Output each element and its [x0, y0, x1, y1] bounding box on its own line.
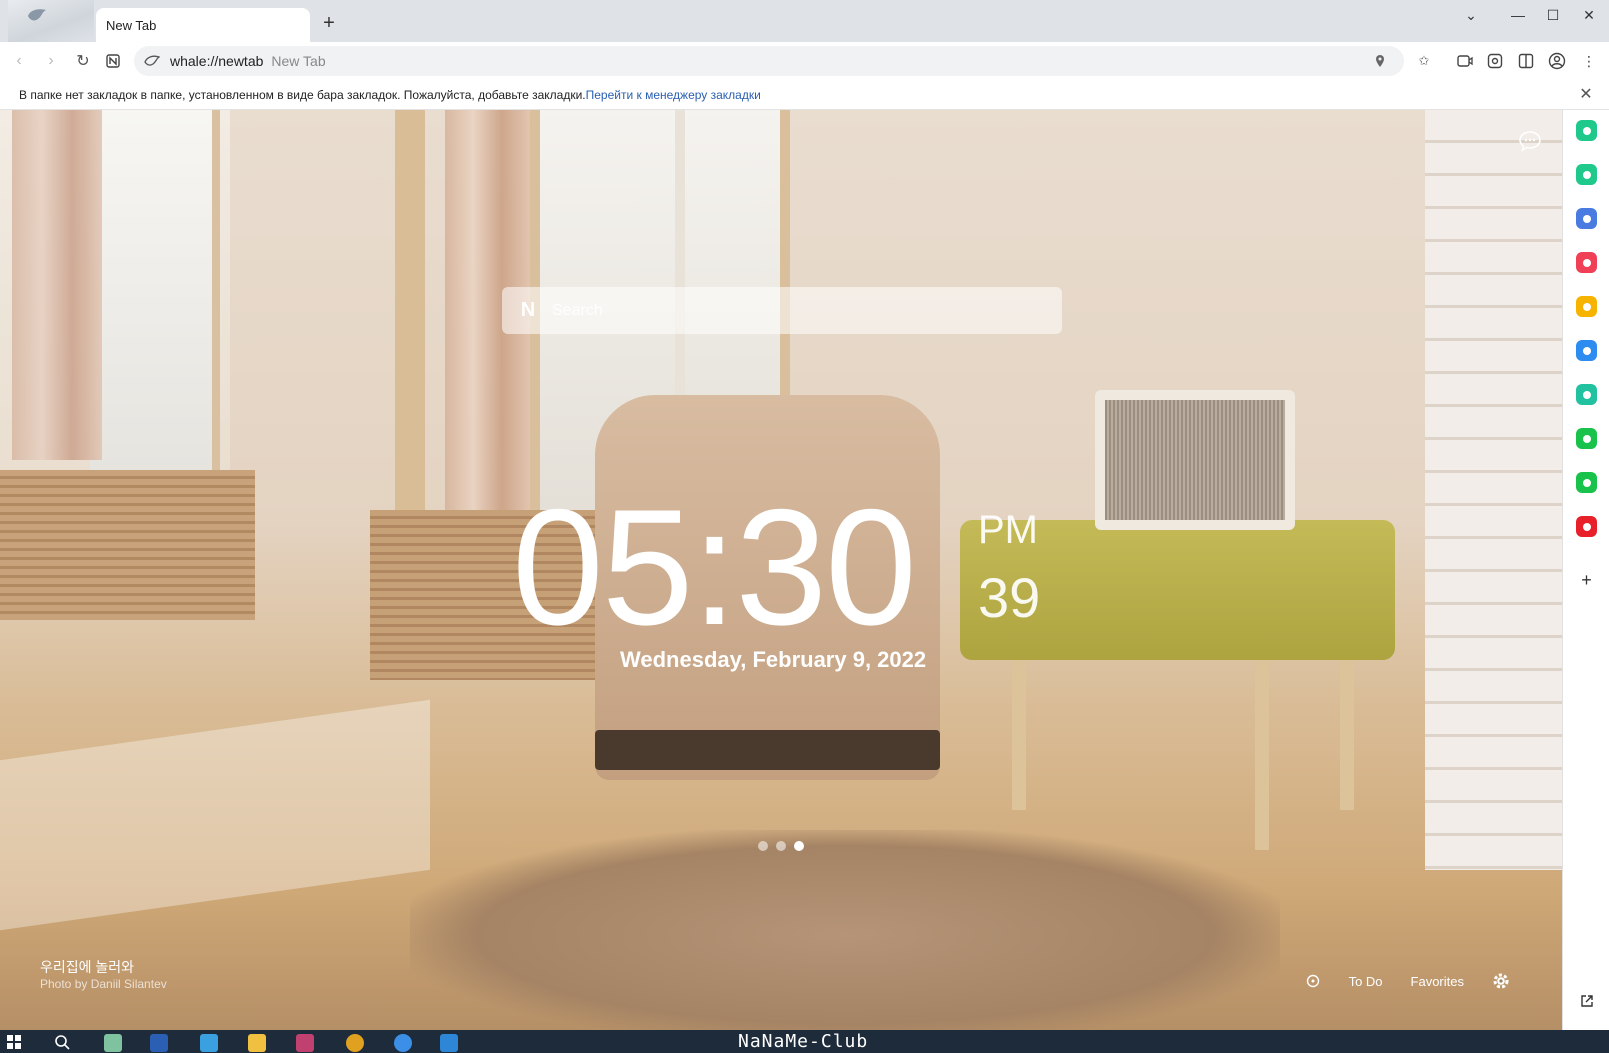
- square-app-icon[interactable]: [1576, 472, 1597, 493]
- weather-icon: [1306, 974, 1319, 988]
- bookmark-notice-bar: В папке нет закладок в папке, установлен…: [0, 80, 1609, 110]
- todo-button[interactable]: To Do: [1349, 974, 1383, 989]
- address-page-title: New Tab: [271, 53, 326, 69]
- taskbar-word-icon[interactable]: [150, 1034, 168, 1052]
- sidebar: +: [1562, 110, 1609, 1030]
- pocket-app-icon[interactable]: [1576, 252, 1597, 273]
- close-button[interactable]: ✕: [1576, 4, 1602, 26]
- weather-button[interactable]: [1305, 973, 1321, 989]
- wallpaper-dot-1[interactable]: [758, 841, 768, 851]
- whale-icon: [28, 9, 46, 21]
- taskbar-search-icon[interactable]: [54, 1034, 72, 1052]
- address-bar[interactable]: whale://newtab New Tab ✩: [134, 46, 1429, 76]
- toolbar: ‹ › ↻ whale://newtab New Tab ✩ ⋮: [0, 42, 1609, 80]
- windows-taskbar: NaNaMe-Club: [0, 1030, 1609, 1053]
- taskbar-app-gold-icon[interactable]: [346, 1034, 364, 1052]
- wallpaper-dot-3[interactable]: [794, 841, 804, 851]
- clock-ampm: PM: [978, 508, 1038, 552]
- wallpaper-credit[interactable]: Photo by Daniil Silantev: [40, 977, 167, 991]
- screenshot-icon[interactable]: [1486, 52, 1504, 70]
- tab-new-tab[interactable]: New Tab: [96, 8, 310, 42]
- settings-button[interactable]: [1492, 972, 1510, 990]
- chat-icon[interactable]: [1518, 130, 1542, 152]
- taskbar-whale-icon[interactable]: [440, 1034, 458, 1052]
- back-button[interactable]: ‹: [8, 50, 30, 72]
- tab-title: New Tab: [106, 17, 157, 33]
- bookmark-notice-text: В папке нет закладок в папке, установлен…: [19, 87, 586, 102]
- profile-icon[interactable]: [1548, 52, 1566, 70]
- taskbar-file-explorer-icon[interactable]: [248, 1034, 266, 1052]
- translate-app-icon[interactable]: [1576, 340, 1597, 361]
- address-url: whale://newtab: [170, 53, 264, 69]
- whale-site-icon: [144, 55, 160, 66]
- video-capture-icon[interactable]: [1456, 52, 1474, 70]
- search-box[interactable]: N: [502, 287, 1062, 334]
- new-tab-page: N 05:30 PM 39 Wednesday, February 9, 202…: [0, 110, 1562, 1030]
- wallpaper-pagination: [758, 841, 804, 851]
- taskbar-app-pink-icon[interactable]: [296, 1034, 314, 1052]
- maximize-button[interactable]: ☐: [1540, 4, 1566, 26]
- play-app-icon[interactable]: [1576, 384, 1597, 405]
- news-app-icon[interactable]: [1576, 516, 1597, 537]
- add-sidebar-app-button[interactable]: +: [1576, 570, 1597, 591]
- clock-time: 05:30: [512, 475, 917, 659]
- reload-button[interactable]: ↻: [72, 50, 94, 72]
- taskbar-app-blue-icon[interactable]: [200, 1034, 218, 1052]
- gear-icon: [1493, 973, 1509, 989]
- wallpaper-dot-2[interactable]: [776, 841, 786, 851]
- close-notice-icon[interactable]: ✕: [1577, 85, 1595, 103]
- title-bar: New Tab + ⌄ — ☐ ✕: [0, 0, 1609, 42]
- bottom-toolbar: To Do Favorites: [1305, 972, 1510, 990]
- menu-icon[interactable]: ⋮: [1580, 52, 1598, 70]
- taskbar-app-notes-icon[interactable]: [104, 1034, 122, 1052]
- clock-seconds: 39: [978, 566, 1041, 629]
- bookmark-star-icon[interactable]: ✩: [1416, 53, 1432, 69]
- briefcase-app-icon[interactable]: [1576, 208, 1597, 229]
- bookmark-manager-link[interactable]: Перейти к менеджеру закладки: [586, 88, 761, 102]
- open-external-icon[interactable]: [1576, 990, 1597, 1011]
- minimize-button[interactable]: —: [1505, 4, 1531, 26]
- wallpaper-title: 우리집에 놀러와: [40, 959, 135, 975]
- new-tab-button[interactable]: +: [318, 12, 340, 34]
- location-icon[interactable]: [1372, 53, 1388, 69]
- star-app-icon[interactable]: [1576, 296, 1597, 317]
- green-app-icon[interactable]: [1576, 120, 1597, 141]
- naver-icon: [106, 54, 120, 68]
- search-input[interactable]: [552, 301, 1032, 320]
- notification-app-icon[interactable]: [1576, 164, 1597, 185]
- clock-date: Wednesday, February 9, 2022: [620, 647, 927, 672]
- forward-button[interactable]: ›: [40, 50, 62, 72]
- windows-start-icon[interactable]: [6, 1034, 24, 1052]
- webtoon-app-icon[interactable]: [1576, 428, 1597, 449]
- naver-logo-icon: N: [520, 299, 536, 321]
- taskbar-app-globe-icon[interactable]: [394, 1034, 412, 1052]
- tab-strip-logo: [8, 0, 94, 42]
- split-view-icon[interactable]: [1517, 52, 1535, 70]
- watermark-text: NaNaMe-Club: [738, 1031, 869, 1052]
- tab-list-dropdown-icon[interactable]: ⌄: [1458, 4, 1484, 26]
- naver-home-button[interactable]: [102, 50, 124, 72]
- favorites-button[interactable]: Favorites: [1411, 974, 1464, 989]
